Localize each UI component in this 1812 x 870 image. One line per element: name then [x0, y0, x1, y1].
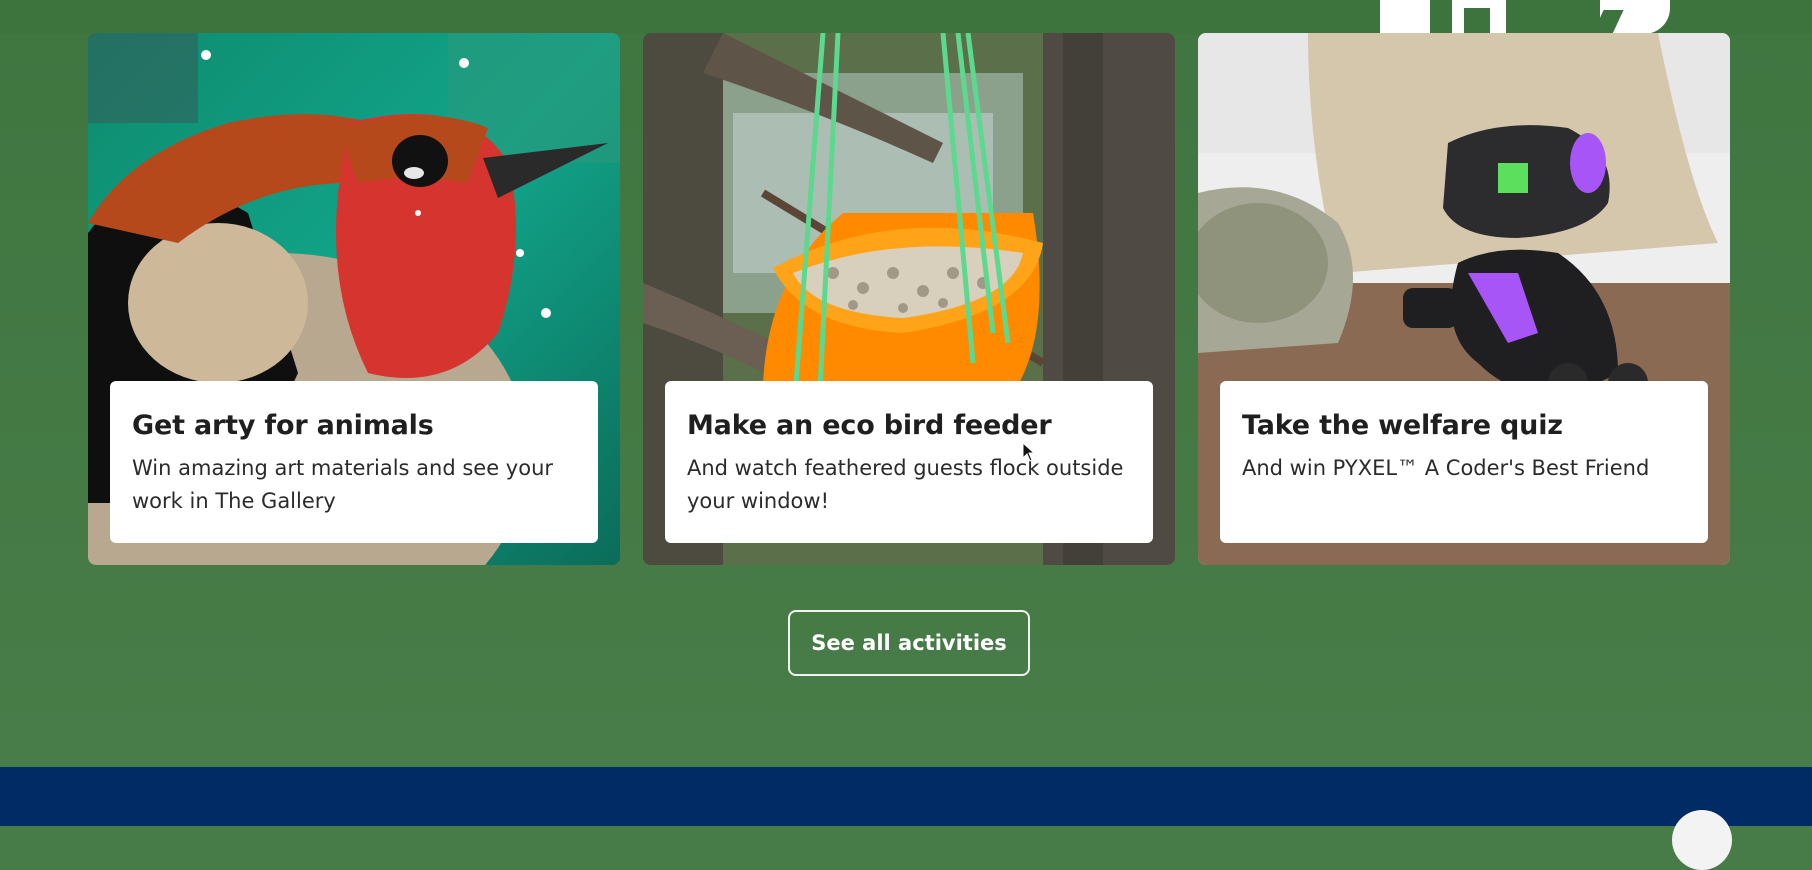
- card-text-box: Get arty for animals Win amazing art mat…: [110, 381, 598, 543]
- card-text-box: Make an eco bird feeder And watch feathe…: [665, 381, 1153, 543]
- card-title: Get arty for animals: [132, 410, 434, 441]
- card-description: And watch feathered guests flock outside…: [687, 456, 1124, 513]
- decorative-icons: [1372, 0, 1692, 34]
- card-description: Win amazing art materials and see your w…: [132, 456, 554, 513]
- see-all-activities-button[interactable]: See all activities: [788, 610, 1030, 676]
- activity-card-art[interactable]: Get arty for animals Win amazing art mat…: [88, 33, 620, 565]
- card-title: Make an eco bird feeder: [687, 410, 1052, 441]
- card-title: Take the welfare quiz: [1242, 410, 1563, 441]
- scroll-to-top-button[interactable]: [1672, 810, 1732, 870]
- activity-card-bird-feeder[interactable]: Make an eco bird feeder And watch feathe…: [643, 33, 1175, 565]
- card-text-box: Take the welfare quiz And win PYXEL™ A C…: [1220, 381, 1708, 543]
- top-strip: [0, 0, 1812, 34]
- mouse-pointer-icon: [1022, 442, 1036, 462]
- footer-band: [0, 767, 1812, 826]
- activity-card-welfare-quiz[interactable]: Take the welfare quiz And win PYXEL™ A C…: [1198, 33, 1730, 565]
- card-description: And win PYXEL™ A Coder's Best Friend: [1242, 456, 1650, 480]
